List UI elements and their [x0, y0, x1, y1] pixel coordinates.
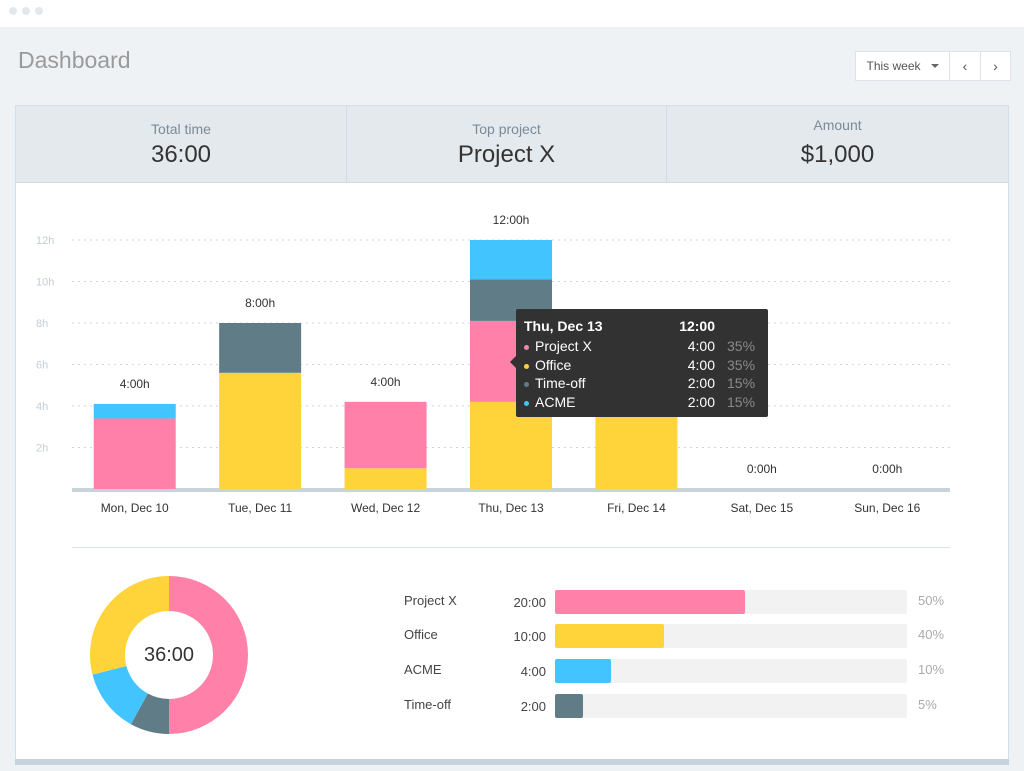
summary-project-name: Project X [404, 593, 457, 608]
bar-total-label: 12:00h [493, 213, 530, 227]
bar-segment-project-x[interactable] [93, 418, 176, 489]
x-tick-label: Tue, Dec 11 [228, 501, 292, 515]
section-divider [72, 547, 950, 548]
summary-project-name: Time-off [404, 697, 451, 712]
summary-project-time: 2:00 [520, 699, 546, 714]
summary-progress-fill [555, 694, 584, 718]
tooltip-total: 12:00 [679, 318, 715, 334]
window-control-dot[interactable] [22, 7, 30, 15]
chart-tooltip: Thu, Dec 13 12:00 Project X 4:00 35% Office… [510, 309, 768, 417]
summary-project-time: 20:00 [513, 595, 546, 610]
window-titlebar [0, 0, 1024, 27]
x-tick-label: Fri, Dec 14 [607, 501, 666, 515]
summary-progress-fill [555, 590, 746, 614]
summary-project-percent: 40% [918, 627, 945, 642]
summary-project-time: 4:00 [520, 664, 546, 679]
legend-dot-icon [524, 382, 529, 387]
bar-total-label: 0:00h [747, 462, 777, 476]
tooltip-row: Project X 4:00 35% [516, 338, 768, 356]
window-control-dot[interactable] [9, 7, 17, 15]
legend-dot-icon [524, 400, 529, 406]
bar-segment-acme[interactable] [470, 240, 552, 280]
tooltip-row-name: Time-off [535, 375, 586, 391]
bar-total-label: 0:00h [872, 462, 902, 476]
page-title: Dashboard [18, 47, 131, 73]
summary-progress-track [555, 659, 907, 683]
x-tick-label: Sat, Dec 15 [731, 501, 794, 515]
summary-progress-fill [555, 624, 665, 648]
previous-week-button[interactable]: ‹ [950, 52, 980, 80]
legend-dot-icon [524, 363, 529, 369]
summary-project-time: 10:00 [513, 629, 546, 644]
tooltip-row-name: ACME [535, 393, 576, 410]
x-tick-label: Mon, Dec 10 [101, 501, 169, 515]
tooltip-row-value: 4:00 [687, 356, 715, 373]
donut-center-total: 36:00 [143, 644, 195, 666]
chevron-right-icon: › [993, 58, 998, 74]
tooltip-row-percent: 35% [727, 338, 756, 354]
chevron-left-icon: ‹ [962, 58, 968, 74]
tooltip-row-name: Project X [535, 338, 592, 354]
tooltip-row-percent: 15% [727, 375, 756, 391]
tooltip-date: Thu, Dec 13 [524, 318, 603, 334]
tooltip-row: ACME 2:00 15% [516, 394, 768, 412]
card-bottom-edge [15, 759, 1009, 765]
tooltip-row-name: Office [535, 356, 572, 373]
x-tick-label: Sun, Dec 16 [854, 501, 920, 515]
x-tick-label: Wed, Dec 12 [351, 501, 420, 515]
tooltip-row-value: 4:00 [687, 338, 715, 354]
bar-total-label: 8:00h [245, 296, 275, 310]
summary-progress-track [555, 590, 907, 614]
summary-row: Project X 20:00 50% [404, 590, 964, 614]
y-tick-label: 12h [36, 235, 54, 247]
summary-progress-track [555, 694, 907, 718]
summary-row: ACME 4:00 10% [404, 659, 964, 683]
y-tick-label: 10h [36, 277, 54, 289]
summary-progress-track [555, 624, 907, 648]
tooltip-row-value: 2:00 [687, 393, 715, 410]
y-tick-label: 4h [36, 401, 48, 413]
summary-project-percent: 10% [918, 662, 945, 677]
caret-down-icon [930, 64, 939, 68]
summary-progress-fill [555, 659, 612, 683]
next-week-button[interactable]: › [980, 52, 1010, 80]
y-tick-label: 6h [36, 360, 48, 372]
summary-project-name: Office [404, 627, 438, 642]
summary-project-percent: 50% [918, 593, 945, 608]
bar-segment-project-x[interactable] [344, 401, 427, 469]
summary-row: Time-off 2:00 5% [404, 694, 964, 718]
tooltip-row: Office 4:00 35% [516, 357, 768, 375]
y-tick-label: 8h [36, 318, 48, 330]
bar-segment-office[interactable] [219, 372, 302, 489]
date-range-controls: This week ‹ › [855, 51, 1011, 81]
dashboard-card: Total time 36:00 Top project Project X A… [15, 105, 1009, 760]
y-tick-label: 2h [36, 443, 48, 455]
bar-total-label: 4:00h [120, 377, 150, 391]
tooltip-row-percent: 35% [727, 356, 756, 373]
bar-total-label: 4:00h [371, 375, 401, 389]
date-range-select[interactable]: This week [856, 52, 950, 80]
bar-segment-time-off[interactable] [219, 323, 302, 373]
tooltip-row-percent: 15% [727, 393, 756, 410]
weekly-bar-chart: 2h 4h 6h 8h 10h 12h 4:00h Mon, Dec 10 8:00h Tue, … [36, 213, 950, 515]
window-control-dot[interactable] [35, 7, 43, 15]
date-range-label: This week [866, 59, 921, 73]
legend-dot-icon [524, 345, 529, 350]
tooltip-row-value: 2:00 [687, 375, 715, 391]
summary-project-name: ACME [404, 662, 442, 677]
bar-segment-acme[interactable] [93, 403, 176, 419]
x-tick-label: Thu, Dec 13 [478, 501, 544, 515]
summary-project-percent: 5% [918, 697, 937, 712]
bar-segment-office[interactable] [344, 468, 427, 489]
tooltip-row: Time-off 2:00 15% [516, 375, 768, 393]
summary-row: Office 10:00 40% [404, 624, 964, 648]
